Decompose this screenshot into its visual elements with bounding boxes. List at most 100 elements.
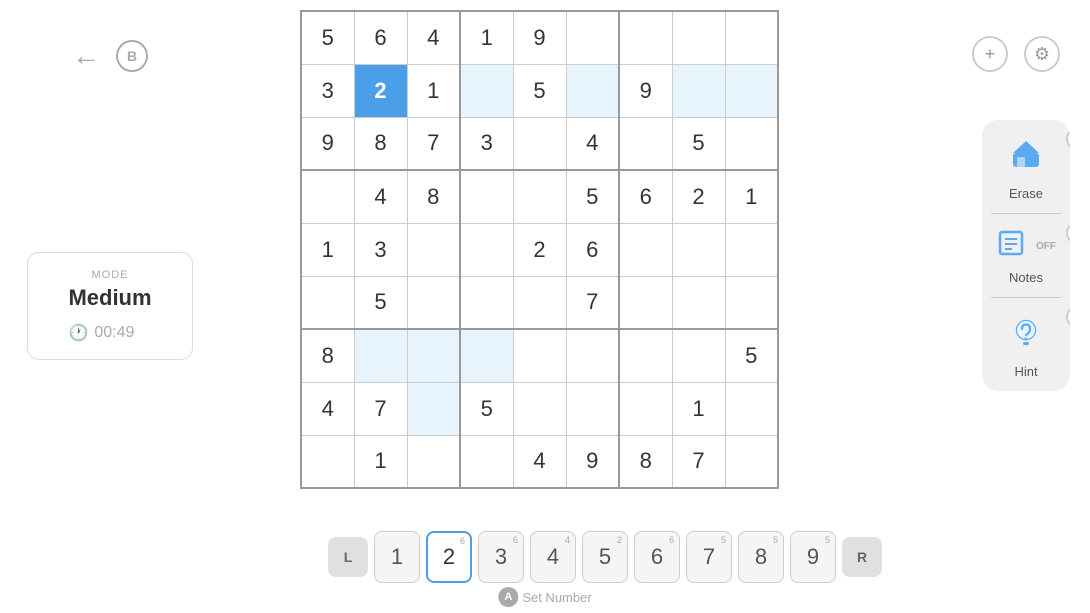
cell-r1-c8[interactable] (725, 64, 778, 117)
cell-r5-c7[interactable] (672, 276, 725, 329)
cell-r5-c4[interactable] (513, 276, 566, 329)
cell-r2-c4[interactable] (513, 117, 566, 170)
sudoku-grid[interactable]: 564193215998734548562113265785475114987 (300, 10, 779, 489)
cell-r1-c5[interactable] (566, 64, 619, 117)
picker-number-3[interactable]: 63 (478, 531, 524, 583)
cell-r6-c2[interactable] (407, 329, 460, 382)
picker-number-4[interactable]: 44 (530, 531, 576, 583)
cell-r8-c7[interactable]: 7 (672, 435, 725, 488)
settings-button[interactable]: ⚙ (1024, 36, 1060, 72)
cell-r0-c5[interactable] (566, 11, 619, 64)
cell-r6-c8[interactable]: 5 (725, 329, 778, 382)
cell-r5-c2[interactable] (407, 276, 460, 329)
picker-number-1[interactable]: 1 (374, 531, 420, 583)
cell-r0-c6[interactable] (619, 11, 672, 64)
left-picker-button[interactable]: L (328, 537, 368, 577)
b-button[interactable]: B (116, 40, 148, 72)
cell-r8-c0[interactable] (301, 435, 354, 488)
cell-r6-c3[interactable] (460, 329, 513, 382)
cell-r2-c5[interactable]: 4 (566, 117, 619, 170)
cell-r3-c1[interactable]: 4 (354, 170, 407, 223)
cell-r6-c4[interactable] (513, 329, 566, 382)
picker-number-7[interactable]: 57 (686, 531, 732, 583)
cell-r4-c2[interactable] (407, 223, 460, 276)
picker-number-9[interactable]: 59 (790, 531, 836, 583)
cell-r2-c0[interactable]: 9 (301, 117, 354, 170)
cell-r8-c1[interactable]: 1 (354, 435, 407, 488)
cell-r3-c7[interactable]: 2 (672, 170, 725, 223)
add-button[interactable]: + (972, 36, 1008, 72)
cell-r0-c2[interactable]: 4 (407, 11, 460, 64)
cell-r7-c6[interactable] (619, 382, 672, 435)
cell-r5-c3[interactable] (460, 276, 513, 329)
cell-r3-c6[interactable]: 6 (619, 170, 672, 223)
cell-r2-c6[interactable] (619, 117, 672, 170)
cell-r3-c2[interactable]: 8 (407, 170, 460, 223)
cell-r1-c3[interactable] (460, 64, 513, 117)
cell-r1-c6[interactable]: 9 (619, 64, 672, 117)
cell-r7-c7[interactable]: 1 (672, 382, 725, 435)
cell-r1-c0[interactable]: 3 (301, 64, 354, 117)
cell-r7-c1[interactable]: 7 (354, 382, 407, 435)
back-button[interactable]: ← (72, 40, 100, 72)
cell-r1-c7[interactable] (672, 64, 725, 117)
cell-r0-c1[interactable]: 6 (354, 11, 407, 64)
cell-r1-c1[interactable]: 2 (354, 64, 407, 117)
cell-r0-c7[interactable] (672, 11, 725, 64)
cell-r6-c0[interactable]: 8 (301, 329, 354, 382)
cell-r7-c3[interactable]: 5 (460, 382, 513, 435)
cell-r2-c3[interactable]: 3 (460, 117, 513, 170)
cell-r5-c5[interactable]: 7 (566, 276, 619, 329)
cell-r3-c4[interactable] (513, 170, 566, 223)
cell-r6-c6[interactable] (619, 329, 672, 382)
cell-r2-c1[interactable]: 8 (354, 117, 407, 170)
cell-r1-c4[interactable]: 5 (513, 64, 566, 117)
cell-r0-c3[interactable]: 1 (460, 11, 513, 64)
cell-r0-c0[interactable]: 5 (301, 11, 354, 64)
cell-r8-c5[interactable]: 9 (566, 435, 619, 488)
cell-r1-c2[interactable]: 1 (407, 64, 460, 117)
cell-r6-c7[interactable] (672, 329, 725, 382)
cell-r4-c3[interactable] (460, 223, 513, 276)
cell-r5-c6[interactable] (619, 276, 672, 329)
cell-r7-c2[interactable] (407, 382, 460, 435)
cell-r7-c4[interactable] (513, 382, 566, 435)
cell-r3-c0[interactable] (301, 170, 354, 223)
cell-r6-c5[interactable] (566, 329, 619, 382)
cell-r4-c1[interactable]: 3 (354, 223, 407, 276)
cell-r4-c8[interactable] (725, 223, 778, 276)
cell-r7-c8[interactable] (725, 382, 778, 435)
cell-r8-c4[interactable]: 4 (513, 435, 566, 488)
cell-r4-c4[interactable]: 2 (513, 223, 566, 276)
right-picker-button[interactable]: R (842, 537, 882, 577)
cell-r6-c1[interactable] (354, 329, 407, 382)
picker-number-6[interactable]: 66 (634, 531, 680, 583)
cell-r5-c8[interactable] (725, 276, 778, 329)
hint-tool[interactable]: Hint ⋯ (982, 298, 1070, 391)
picker-number-8[interactable]: 58 (738, 531, 784, 583)
cell-r8-c3[interactable] (460, 435, 513, 488)
cell-r5-c1[interactable]: 5 (354, 276, 407, 329)
cell-r8-c6[interactable]: 8 (619, 435, 672, 488)
cell-r7-c5[interactable] (566, 382, 619, 435)
cell-r4-c5[interactable]: 6 (566, 223, 619, 276)
cell-r4-c7[interactable] (672, 223, 725, 276)
cell-r8-c2[interactable] (407, 435, 460, 488)
cell-r3-c5[interactable]: 5 (566, 170, 619, 223)
cell-r0-c4[interactable]: 9 (513, 11, 566, 64)
cell-r2-c7[interactable]: 5 (672, 117, 725, 170)
cell-r8-c8[interactable] (725, 435, 778, 488)
cell-r5-c0[interactable] (301, 276, 354, 329)
cell-r3-c8[interactable]: 1 (725, 170, 778, 223)
cell-r4-c0[interactable]: 1 (301, 223, 354, 276)
picker-number-5[interactable]: 25 (582, 531, 628, 583)
picker-number-2[interactable]: 62 (426, 531, 472, 583)
erase-tool[interactable]: Erase X (982, 120, 1070, 213)
cell-r0-c8[interactable] (725, 11, 778, 64)
cell-r3-c3[interactable] (460, 170, 513, 223)
cell-r4-c6[interactable] (619, 223, 672, 276)
notes-tool[interactable]: OFF Notes Y (982, 214, 1070, 297)
cell-r7-c0[interactable]: 4 (301, 382, 354, 435)
cell-r2-c8[interactable] (725, 117, 778, 170)
cell-r2-c2[interactable]: 7 (407, 117, 460, 170)
